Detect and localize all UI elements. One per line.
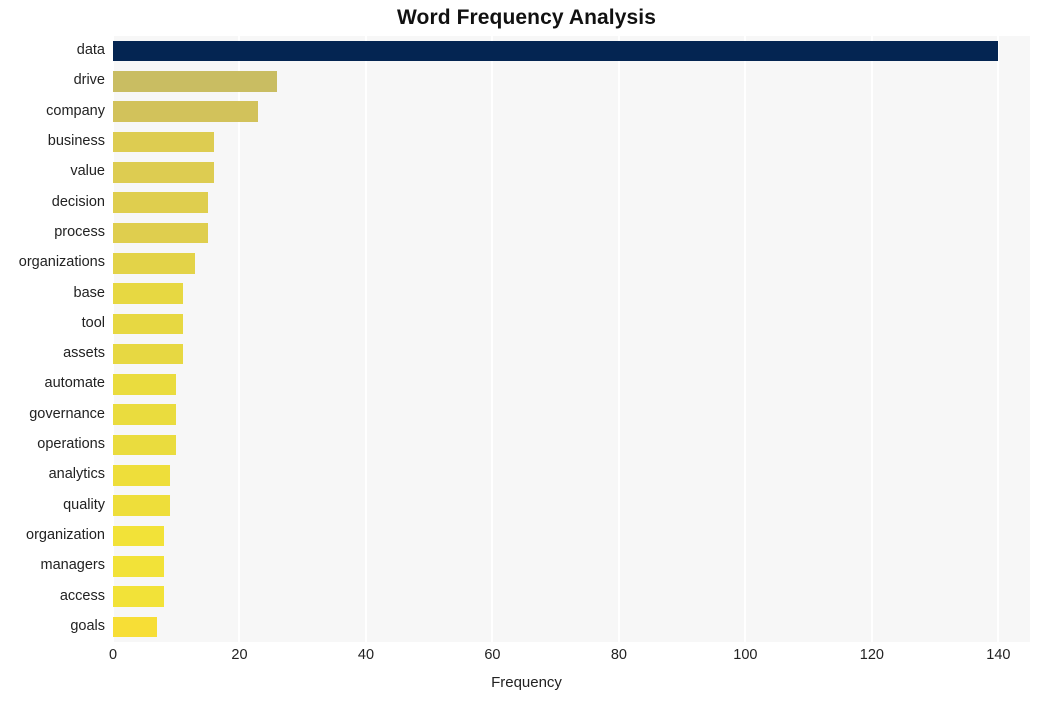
- chart-figure: Word Frequency Analysis data drive company…: [0, 0, 1053, 701]
- y-axis-tick-label: operations: [37, 436, 105, 453]
- y-axis-tick-label: organization: [26, 526, 105, 543]
- y-axis-tick-label: base: [73, 284, 105, 301]
- bar[interactable]: [113, 252, 196, 274]
- x-axis-tick-label: 20: [231, 647, 248, 663]
- y-axis-tick-label: decision: [51, 193, 105, 210]
- bar-row: [113, 71, 1030, 92]
- x-axis-tick-label: 80: [610, 647, 627, 663]
- y-axis-tick-label: tool: [81, 314, 105, 331]
- y-axis-tick-label: goals: [70, 617, 105, 634]
- bar-row: [113, 495, 1030, 516]
- bar-row: [113, 374, 1030, 395]
- y-axis-tick-label: automate: [44, 375, 105, 392]
- bar-row: [113, 616, 1030, 638]
- bars-layer: [113, 36, 1030, 642]
- y-axis-tick-label: data: [76, 42, 105, 59]
- y-axis-tick-label: quality: [63, 496, 105, 513]
- bar[interactable]: [113, 162, 215, 183]
- x-axis-tick-label: 60: [484, 647, 501, 663]
- y-axis-tick-label: managers: [40, 557, 105, 574]
- bar-row: [113, 162, 1030, 183]
- y-axis-tick-label: company: [46, 102, 105, 119]
- y-axis-tick-label: drive: [73, 72, 105, 89]
- bar[interactable]: [113, 586, 164, 607]
- bar[interactable]: [113, 192, 208, 213]
- bar[interactable]: [113, 131, 215, 153]
- y-axis-tick-label: value: [70, 163, 105, 180]
- bar[interactable]: [113, 40, 999, 62]
- bar-row: [113, 222, 1030, 244]
- bar[interactable]: [113, 283, 183, 304]
- x-axis-title: Frequency: [491, 674, 562, 691]
- x-axis-tick-label: 120: [859, 647, 884, 663]
- x-axis-tick-labels: 0 20 40 60 80 100 120 140: [0, 648, 1053, 672]
- plot-area: [112, 36, 1030, 642]
- x-axis-tick-label: 140: [986, 647, 1011, 663]
- y-axis-tick-label: access: [59, 587, 105, 604]
- x-axis-tick-label: 0: [108, 647, 118, 663]
- bar-row: [113, 555, 1030, 577]
- bar-row: [113, 525, 1030, 547]
- bar[interactable]: [113, 616, 158, 638]
- bar-row: [113, 586, 1030, 607]
- bar[interactable]: [113, 525, 164, 547]
- y-axis-tick-label: organizations: [18, 254, 105, 271]
- bar-row: [113, 283, 1030, 304]
- y-axis-tick-labels: data drive company business value decision pro…: [0, 36, 105, 642]
- bar[interactable]: [113, 71, 278, 92]
- bar[interactable]: [113, 404, 177, 426]
- x-axis-tick-label: 40: [357, 647, 375, 663]
- bar-row: [113, 252, 1030, 274]
- bar[interactable]: [113, 434, 177, 456]
- bar[interactable]: [113, 374, 177, 395]
- bar-row: [113, 313, 1030, 335]
- bar-row: [113, 192, 1030, 213]
- y-axis-tick-label: assets: [63, 345, 105, 362]
- y-axis-tick-label: governance: [29, 405, 105, 422]
- bar[interactable]: [113, 222, 208, 244]
- y-axis-tick-label: analytics: [48, 466, 105, 483]
- bar-row: [113, 131, 1030, 153]
- bar-row: [113, 343, 1030, 365]
- bar-row: [113, 404, 1030, 426]
- bar-row: [113, 40, 1030, 62]
- bar[interactable]: [113, 495, 170, 516]
- y-axis-tick-label: business: [47, 133, 105, 150]
- bar-row: [113, 434, 1030, 456]
- bar[interactable]: [113, 101, 259, 123]
- x-axis-tick-label: 100: [733, 647, 758, 663]
- y-axis-tick-label: process: [54, 223, 105, 240]
- bar[interactable]: [113, 313, 183, 335]
- bar-row: [113, 465, 1030, 486]
- page-title: Word Frequency Analysis: [396, 6, 657, 29]
- bar[interactable]: [113, 555, 164, 577]
- bar[interactable]: [113, 343, 183, 365]
- bar[interactable]: [113, 465, 170, 486]
- bar-row: [113, 101, 1030, 123]
